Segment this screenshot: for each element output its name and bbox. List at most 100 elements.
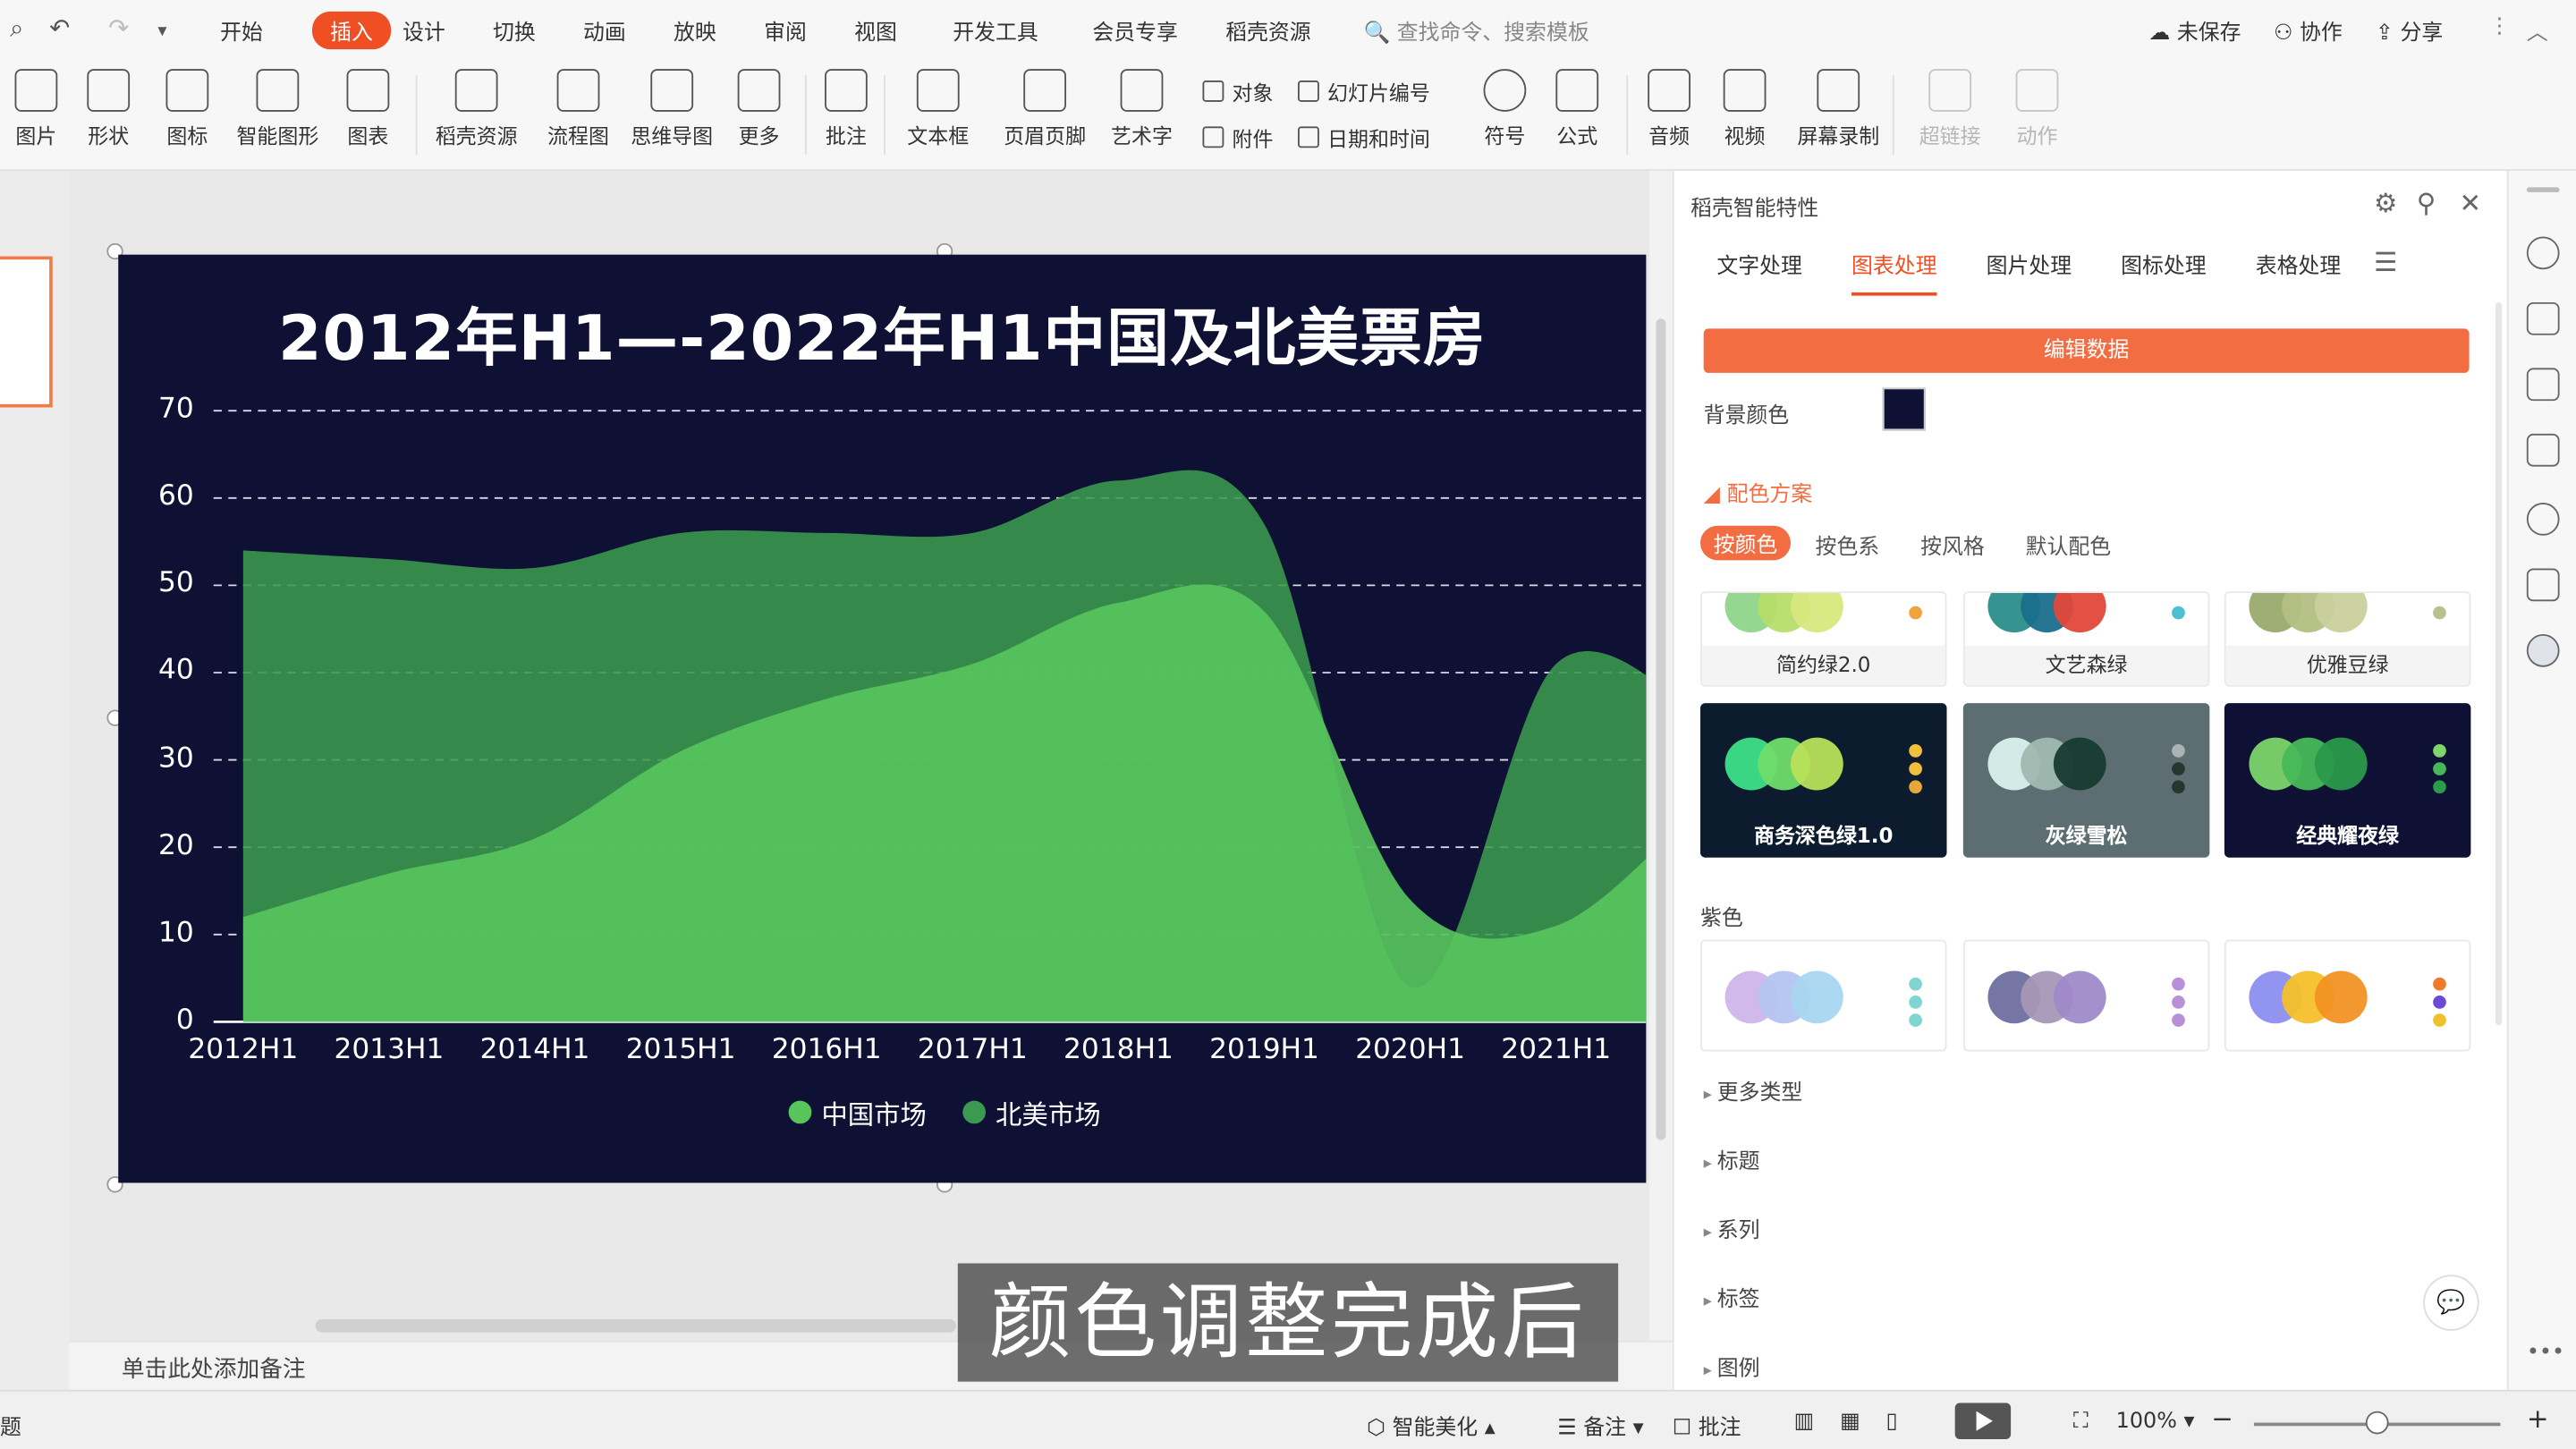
ribbon-btn-5[interactable]: 稻壳资源 (430, 69, 522, 149)
ribbon-btn-1[interactable]: 形状 (79, 69, 138, 149)
ribbon-btn-17[interactable]: 屏幕录制 (1794, 69, 1883, 149)
collapse-section-4[interactable]: 图例 (1704, 1351, 1760, 1382)
panel-tab-1[interactable]: 图表处理 (1851, 248, 1937, 296)
ribbon-btn-2[interactable]: 图标 (157, 69, 216, 149)
quick-access-more-icon[interactable]: ▾ (157, 20, 166, 41)
zoom-level[interactable]: 100% ▾ (2116, 1410, 2195, 1435)
menu-tab-7[interactable]: 视图 (854, 15, 897, 47)
ribbon-btn-15[interactable]: 音频 (1640, 69, 1699, 149)
ribbon-btn-10[interactable]: 文本框 (901, 69, 976, 149)
edit-data-button[interactable]: 编辑数据 (1703, 328, 2470, 373)
pin-icon[interactable]: ⚲ (2417, 187, 2436, 218)
ribbon-btn-9[interactable]: 批注 (821, 69, 870, 149)
ribbon-btn-14[interactable]: 公式 (1547, 69, 1606, 149)
ribbon-btn-18[interactable]: 超链接 (1912, 69, 1987, 149)
color-scheme-header[interactable]: ◢ 配色方案 (1704, 477, 1813, 508)
scheme-card-top-2[interactable]: 优雅豆绿 (2224, 591, 2471, 687)
share-button[interactable]: ⇪ 分享 (2376, 15, 2443, 47)
comment-button[interactable]: ☐ 批注 (1673, 1410, 1741, 1441)
undo-icon[interactable]: ↶ (49, 13, 70, 43)
bg-color-swatch[interactable] (1882, 387, 1926, 431)
scheme-card-green-0[interactable]: 商务深色绿1.0 (1699, 703, 1947, 858)
legend-item-na[interactable]: 北美市场 (962, 1092, 1101, 1131)
menu-tab-5[interactable]: 放映 (674, 15, 716, 47)
vscroll-thumb[interactable] (1656, 318, 1666, 1140)
ribbon-btn-4[interactable]: 图表 (338, 69, 397, 149)
panel-menu-icon[interactable]: ☰ (2374, 247, 2397, 278)
chart-slide[interactable]: 2012年H1—-2022年H1中国及北美票房 0 10 20 30 40 50 60 70 … (118, 254, 1647, 1183)
menu-tab-8[interactable]: 开发工具 (953, 15, 1038, 47)
menu-tab-3[interactable]: 切换 (493, 15, 536, 47)
menu-tab-9[interactable]: 会员专享 (1092, 15, 1178, 47)
panel-tab-2[interactable]: 图片处理 (1987, 248, 2072, 280)
redo-icon[interactable]: ↷ (108, 13, 129, 43)
menu-tab-10[interactable]: 稻壳资源 (1225, 15, 1311, 47)
menu-tab-1[interactable]: 插入 (311, 11, 392, 50)
settings-gear-icon[interactable]: ⚙ (2374, 187, 2397, 218)
attachment-button[interactable]: 附件 (1202, 122, 1273, 153)
play-slideshow-button[interactable] (1954, 1402, 2012, 1439)
object-button[interactable]: 对象 (1202, 75, 1273, 106)
scheme-card-green-1[interactable]: 灰绿雪松 (1962, 703, 2210, 858)
menu-tab-0[interactable]: 开始 (220, 15, 263, 47)
fit-window-icon[interactable]: ⛶ (2073, 1410, 2089, 1435)
scheme-card-top-0[interactable]: 简约绿2.0 (1699, 591, 1947, 687)
sorter-view-icon[interactable]: ▦ (1840, 1410, 1860, 1435)
more-icon[interactable]: ••• (2527, 1341, 2564, 1374)
scheme-sub-tab-1[interactable]: 按色系 (1816, 529, 1880, 561)
scheme-sub-tab-2[interactable]: 按风格 (1920, 529, 1985, 561)
date-time-button[interactable]: 日期和时间 (1297, 122, 1430, 153)
help-icon[interactable] (2526, 503, 2560, 536)
hscroll-thumb[interactable] (315, 1318, 956, 1333)
unsaved-button[interactable]: ☁ 未保存 (2148, 15, 2241, 47)
close-icon[interactable]: ✕ (2460, 187, 2482, 218)
image-tool-icon[interactable] (2526, 568, 2560, 602)
ribbon-btn-19[interactable]: 动作 (2011, 69, 2063, 149)
zoom-out-icon[interactable]: − (2211, 1403, 2233, 1435)
canvas-vertical-scrollbar[interactable] (1649, 171, 1673, 1341)
scheme-sub-tab-0[interactable]: 按颜色 (1699, 525, 1792, 561)
panel-title[interactable]: 稻壳智能特性 (1690, 191, 1818, 222)
scheme-card-purple-2[interactable] (2224, 939, 2471, 1052)
scheme-card-top-1[interactable]: 文艺森绿 (1962, 591, 2210, 687)
ribbon-btn-13[interactable]: 符号 (1475, 69, 1534, 149)
scheme-card-purple-0[interactable] (1699, 939, 1947, 1052)
smart-feature-icon[interactable] (2526, 633, 2560, 667)
ribbon-btn-11[interactable]: 页眉页脚 (999, 69, 1091, 149)
reading-view-icon[interactable]: ▯ (1886, 1410, 1898, 1435)
zoom-in-icon[interactable]: + (2527, 1403, 2549, 1435)
collapse-section-3[interactable]: 标签 (1704, 1282, 1760, 1313)
scheme-card-green-2[interactable]: 经典耀夜绿 (2224, 703, 2471, 858)
search-doc-icon[interactable]: ⌕ (10, 13, 23, 43)
smart-beautify-button[interactable]: ⬡ 智能美化 ▴ (1367, 1410, 1496, 1441)
star-icon[interactable] (2526, 368, 2560, 402)
notes-button[interactable]: ☰ 备注 ▾ (1557, 1410, 1643, 1441)
menu-tab-4[interactable]: 动画 (583, 15, 626, 47)
ribbon-btn-3[interactable]: 智能图形 (233, 69, 322, 149)
menu-tab-6[interactable]: 审阅 (764, 15, 807, 47)
scheme-sub-tab-3[interactable]: 默认配色 (2026, 529, 2112, 561)
slide-number-button[interactable]: 幻灯片编号 (1297, 75, 1430, 106)
panel-tab-3[interactable]: 图标处理 (2121, 248, 2207, 280)
collapse-section-1[interactable]: 标题 (1704, 1143, 1760, 1175)
collapse-ribbon-icon[interactable]: ︿ (2527, 15, 2548, 47)
ribbon-btn-6[interactable]: 流程图 (542, 69, 614, 149)
zoom-slider-knob[interactable] (2365, 1411, 2389, 1435)
more-options-icon[interactable]: ⋮ (2489, 15, 2511, 40)
ribbon-btn-12[interactable]: 艺术字 (1104, 69, 1179, 149)
slide-thumbnail[interactable] (0, 256, 53, 408)
normal-view-icon[interactable]: ▥ (1794, 1410, 1815, 1435)
panel-scrollbar[interactable] (2495, 301, 2503, 1026)
adjust-icon[interactable] (2526, 301, 2560, 335)
collapse-section-2[interactable]: 系列 (1704, 1212, 1760, 1244)
scheme-card-purple-1[interactable] (1962, 939, 2210, 1052)
command-search[interactable]: 🔍 查找命令、搜索模板 (1363, 15, 1589, 47)
panel-tab-4[interactable]: 表格处理 (2256, 248, 2342, 280)
collab-button[interactable]: ⚇ 协作 (2274, 15, 2343, 47)
ribbon-btn-16[interactable]: 视频 (1716, 69, 1775, 149)
ribbon-btn-7[interactable]: 思维导图 (626, 69, 718, 149)
collapse-section-0[interactable]: 更多类型 (1704, 1074, 1803, 1106)
legend-item-china[interactable]: 中国市场 (788, 1092, 927, 1131)
ribbon-btn-8[interactable]: 更多 (729, 69, 788, 149)
chat-icon[interactable]: 💬 (2423, 1275, 2479, 1331)
